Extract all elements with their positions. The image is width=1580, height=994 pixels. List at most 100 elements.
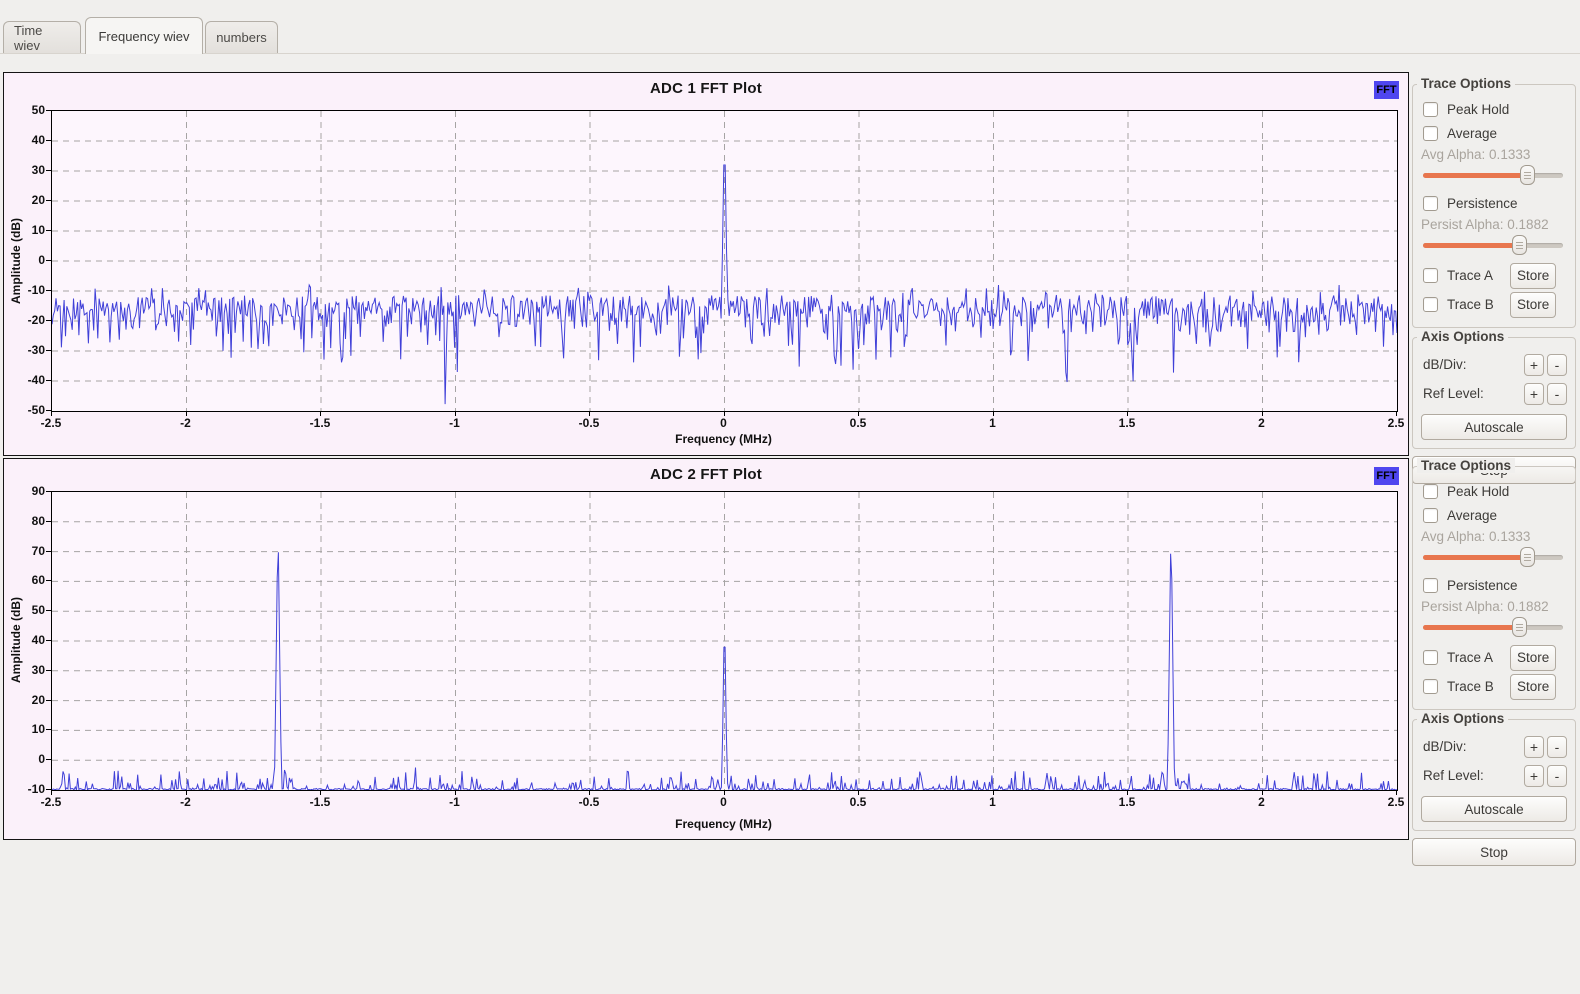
x-tick-mark [186, 790, 187, 795]
persistence-row: Persistence [1421, 191, 1567, 215]
slider-track[interactable] [1423, 243, 1563, 248]
slider-handle[interactable] [1520, 165, 1535, 185]
y-tick-label: 10 [7, 722, 45, 736]
tab-label: Frequency wiev [98, 29, 189, 44]
stop-button[interactable]: Stop [1412, 838, 1576, 866]
ref-level-label: Ref Level: [1423, 386, 1484, 401]
avg-alpha-slider[interactable] [1423, 547, 1563, 567]
trace-a-checkbox[interactable] [1423, 650, 1438, 665]
persistence-checkbox[interactable] [1423, 196, 1438, 211]
trace-a-label: Trace A [1447, 268, 1493, 283]
tab-frequency-view[interactable]: Frequency wiev [85, 17, 203, 54]
x-tick-mark [993, 411, 994, 416]
adc2-fft-plot-box: ADC 2 FFT Plot FFT Amplitude (dB) Freque… [3, 458, 1409, 840]
plot-canvas[interactable] [51, 491, 1398, 791]
x-tick-label: -2.5 [27, 795, 75, 809]
y-tick-label: -20 [7, 313, 45, 327]
trace-b-checkbox[interactable] [1423, 297, 1438, 312]
x-tick-mark [589, 411, 590, 416]
persist-alpha-slider[interactable] [1423, 617, 1563, 637]
ref-level-increase-button[interactable]: + [1524, 383, 1544, 405]
autoscale-button[interactable]: Autoscale [1421, 796, 1567, 822]
trace-b-row: Trace B Store [1421, 290, 1567, 319]
trace-a-label: Trace A [1447, 650, 1493, 665]
x-tick-mark [1396, 790, 1397, 795]
tab-time-view[interactable]: Time wiev [3, 21, 81, 53]
y-tick-mark [46, 230, 51, 231]
control-panel-adc1: Trace Options Peak Hold Average Avg Alph… [1412, 75, 1576, 484]
x-tick-mark [1396, 411, 1397, 416]
x-tick-label: -2.5 [27, 416, 75, 430]
slider-track[interactable] [1423, 173, 1563, 178]
slider-track[interactable] [1423, 625, 1563, 630]
db-div-decrease-button[interactable]: - [1547, 736, 1567, 758]
plot-title: ADC 2 FFT Plot [4, 466, 1408, 483]
y-tick-label: 20 [7, 193, 45, 207]
x-tick-mark [455, 411, 456, 416]
store-trace-b-button[interactable]: Store [1510, 292, 1556, 318]
x-tick-mark [455, 790, 456, 795]
avg-alpha-slider[interactable] [1423, 165, 1563, 185]
autoscale-button[interactable]: Autoscale [1421, 414, 1567, 440]
x-tick-mark [51, 790, 52, 795]
peak-hold-checkbox[interactable] [1423, 102, 1438, 117]
y-tick-label: 0 [7, 752, 45, 766]
trace-a-checkbox[interactable] [1423, 268, 1438, 283]
x-tick-label: 1.5 [1103, 795, 1151, 809]
ref-level-row: Ref Level: + - [1421, 379, 1567, 408]
x-tick-label: -1.5 [296, 416, 344, 430]
ref-level-decrease-button[interactable]: - [1547, 765, 1567, 787]
trace-options-group: Trace Options Peak Hold Average Avg Alph… [1412, 466, 1576, 710]
y-tick-label: 80 [7, 514, 45, 528]
tab-bar: Time wiev Frequency wiev numbers [0, 0, 1580, 54]
persistence-label: Persistence [1447, 578, 1518, 593]
persist-alpha-label: Persist Alpha: 0.1882 [1421, 597, 1567, 617]
x-tick-mark [186, 411, 187, 416]
x-tick-mark [724, 790, 725, 795]
tab-numbers[interactable]: numbers [205, 21, 278, 53]
average-checkbox[interactable] [1423, 126, 1438, 141]
y-tick-label: 90 [7, 484, 45, 498]
y-tick-mark [46, 759, 51, 760]
y-tick-mark [46, 110, 51, 111]
db-div-label: dB/Div: [1423, 739, 1467, 754]
ref-level-row: Ref Level: + - [1421, 761, 1567, 790]
y-tick-mark [46, 260, 51, 261]
store-trace-a-button[interactable]: Store [1510, 645, 1556, 671]
trace-options-group: Trace Options Peak Hold Average Avg Alph… [1412, 84, 1576, 328]
x-tick-mark [1127, 790, 1128, 795]
slider-track[interactable] [1423, 555, 1563, 560]
y-tick-label: -10 [7, 782, 45, 796]
control-panel-adc2: Trace Options Peak Hold Average Avg Alph… [1412, 457, 1576, 866]
persist-alpha-slider[interactable] [1423, 235, 1563, 255]
y-tick-mark [46, 200, 51, 201]
plot-canvas[interactable] [51, 110, 1398, 412]
y-tick-mark [46, 290, 51, 291]
peak-hold-checkbox[interactable] [1423, 484, 1438, 499]
x-tick-mark [320, 790, 321, 795]
store-trace-a-button[interactable]: Store [1510, 263, 1556, 289]
y-tick-label: 30 [7, 663, 45, 677]
average-checkbox[interactable] [1423, 508, 1438, 523]
db-div-decrease-button[interactable]: - [1547, 354, 1567, 376]
slider-handle[interactable] [1520, 547, 1535, 567]
db-div-increase-button[interactable]: + [1524, 354, 1544, 376]
fft-badge: FFT [1374, 81, 1399, 99]
ref-level-decrease-button[interactable]: - [1547, 383, 1567, 405]
x-tick-label: 1 [969, 795, 1017, 809]
slider-handle[interactable] [1512, 617, 1527, 637]
y-tick-label: 50 [7, 103, 45, 117]
average-row: Average [1421, 121, 1567, 145]
trace-b-row: Trace B Store [1421, 672, 1567, 701]
x-tick-mark [1262, 411, 1263, 416]
x-tick-label: 2 [1238, 416, 1286, 430]
peak-hold-row: Peak Hold [1421, 97, 1567, 121]
y-tick-mark [46, 521, 51, 522]
trace-b-checkbox[interactable] [1423, 679, 1438, 694]
ref-level-increase-button[interactable]: + [1524, 765, 1544, 787]
persistence-checkbox[interactable] [1423, 578, 1438, 593]
slider-handle[interactable] [1512, 235, 1527, 255]
store-trace-b-button[interactable]: Store [1510, 674, 1556, 700]
x-tick-mark [1262, 790, 1263, 795]
db-div-increase-button[interactable]: + [1524, 736, 1544, 758]
